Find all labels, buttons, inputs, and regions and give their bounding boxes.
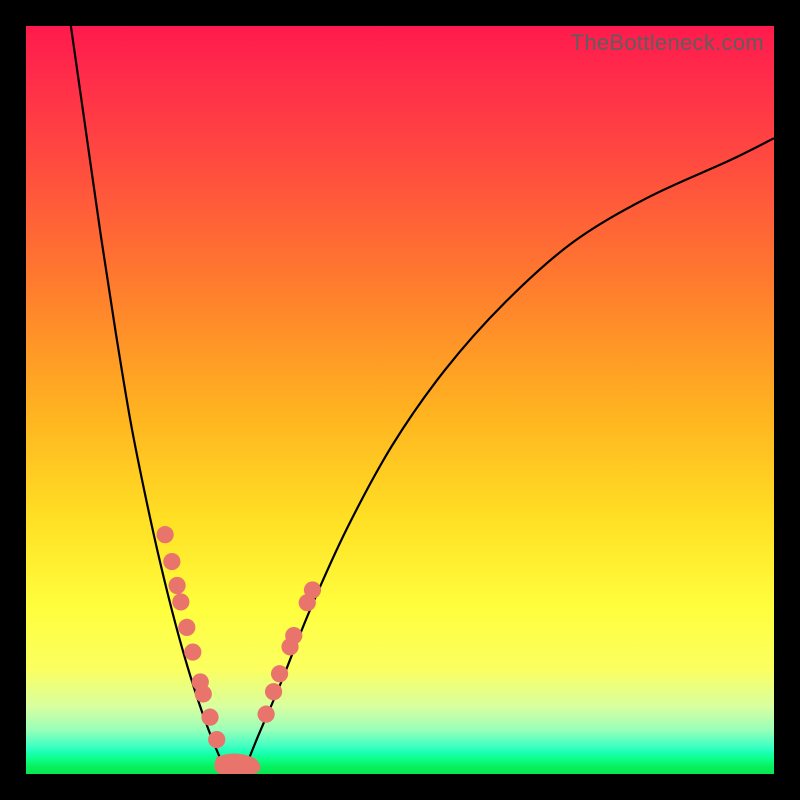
data-point xyxy=(258,706,275,723)
data-point xyxy=(163,553,180,570)
data-point xyxy=(304,581,321,598)
data-point xyxy=(157,526,174,543)
data-point xyxy=(285,627,302,644)
data-point xyxy=(169,577,186,594)
data-point xyxy=(178,619,195,636)
data-point xyxy=(265,683,282,700)
chart-frame: TheBottleneck.com xyxy=(0,0,800,800)
data-point xyxy=(172,593,189,610)
data-point xyxy=(201,709,218,726)
left-branch-curve xyxy=(71,26,228,774)
data-point xyxy=(184,643,201,660)
right-branch-curve xyxy=(243,138,774,774)
plot-area: TheBottleneck.com xyxy=(26,26,774,774)
chart-svg xyxy=(26,26,774,774)
data-points-group xyxy=(157,526,322,748)
data-point xyxy=(271,665,288,682)
data-point xyxy=(208,731,225,748)
data-point xyxy=(195,685,212,702)
valley-region xyxy=(214,753,260,774)
